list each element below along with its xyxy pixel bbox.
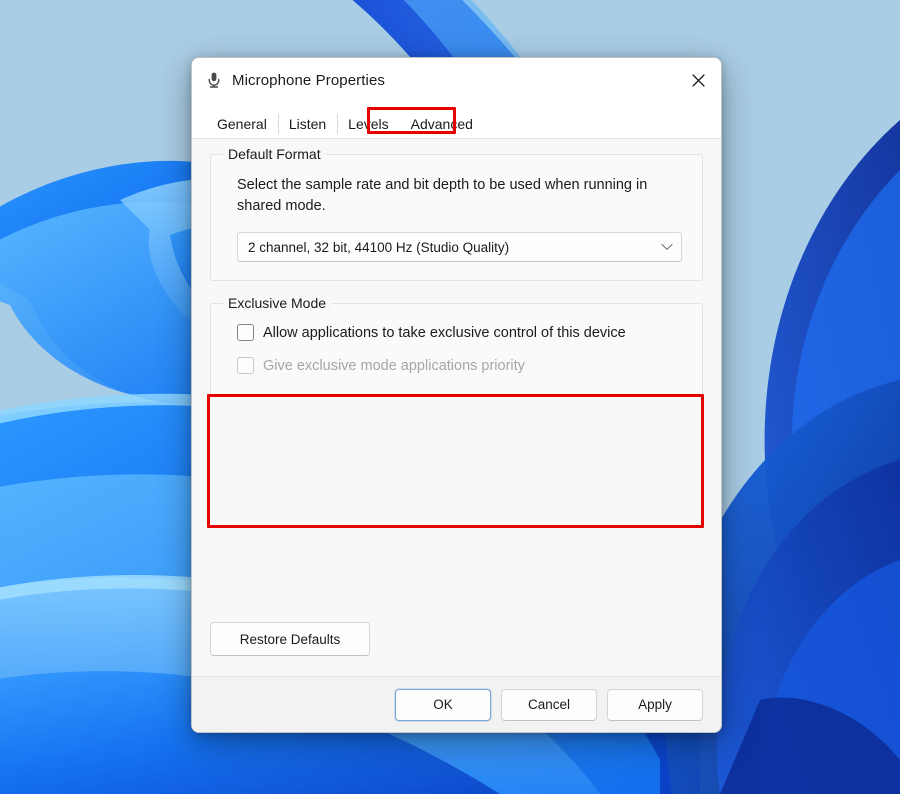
default-format-description: Select the sample rate and bit depth to … xyxy=(237,177,648,214)
cancel-button[interactable]: Cancel xyxy=(501,688,597,721)
dialog-titlebar[interactable]: Microphone Properties xyxy=(192,58,721,102)
dialog-footer: OK Cancel Apply xyxy=(192,676,721,732)
microphone-properties-dialog: Microphone Properties General Listen Lev… xyxy=(191,57,722,733)
tab-strip: General Listen Levels Advanced xyxy=(192,102,721,139)
tab-advanced-label: Advanced xyxy=(410,116,473,132)
dialog-content: Default Format Select the sample rate an… xyxy=(192,139,721,676)
exclusive-mode-group-title: Exclusive Mode xyxy=(223,295,332,312)
exclusive-priority-label: Give exclusive mode applications priorit… xyxy=(263,357,525,374)
allow-exclusive-control-checkbox-row[interactable]: Allow applications to take exclusive con… xyxy=(237,324,682,342)
exclusive-mode-group: Exclusive Mode Allow applications to tak… xyxy=(210,295,703,398)
exclusive-priority-checkbox-row: Give exclusive mode applications priorit… xyxy=(237,357,682,375)
default-format-combobox[interactable]: 2 channel, 32 bit, 44100 Hz (Studio Qual… xyxy=(237,232,682,263)
restore-defaults-container: Restore Defaults xyxy=(210,622,370,656)
chevron-down-icon xyxy=(661,244,673,251)
close-icon[interactable] xyxy=(676,58,721,102)
restore-defaults-button[interactable]: Restore Defaults xyxy=(210,622,370,656)
default-format-group-title: Default Format xyxy=(223,146,326,162)
desktop-wallpaper: Microphone Properties General Listen Lev… xyxy=(0,0,900,794)
microphone-icon xyxy=(208,72,220,88)
default-format-selected-value: 2 channel, 32 bit, 44100 Hz (Studio Qual… xyxy=(248,239,510,255)
tab-listen[interactable]: Listen xyxy=(277,110,337,138)
exclusive-mode-annotation-box xyxy=(207,394,704,528)
allow-exclusive-control-label: Allow applications to take exclusive con… xyxy=(263,324,626,341)
ok-button[interactable]: OK xyxy=(395,688,491,721)
allow-exclusive-control-checkbox[interactable] xyxy=(237,324,254,342)
apply-button[interactable]: Apply xyxy=(607,688,703,721)
default-format-group: Default Format Select the sample rate an… xyxy=(210,146,703,282)
tab-levels[interactable]: Levels xyxy=(337,110,399,138)
dialog-title: Microphone Properties xyxy=(232,71,386,89)
tab-advanced[interactable]: Advanced xyxy=(399,110,484,138)
tab-general[interactable]: General xyxy=(206,110,278,138)
tab-levels-label: Levels xyxy=(348,116,389,132)
tab-general-label: General xyxy=(217,116,267,132)
tab-listen-label: Listen xyxy=(288,116,327,132)
exclusive-priority-checkbox xyxy=(237,357,254,375)
